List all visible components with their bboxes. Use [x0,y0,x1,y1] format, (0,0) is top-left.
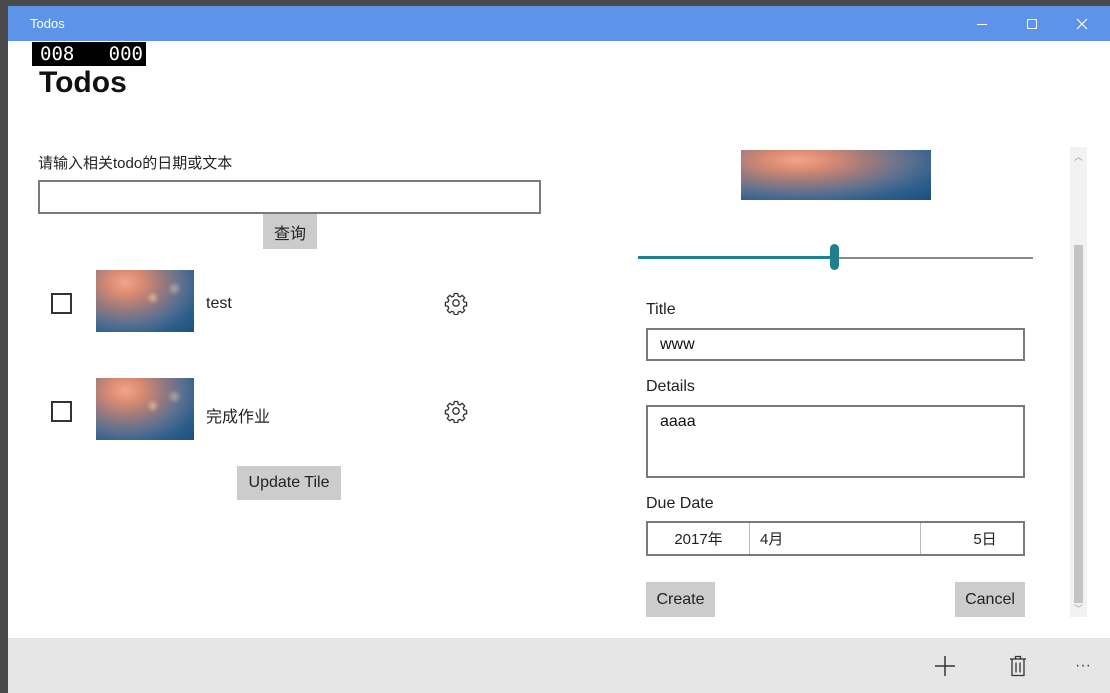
scroll-up-icon[interactable]: ︿ [1070,149,1087,163]
app-bar: ··· [8,638,1110,693]
close-button[interactable] [1058,6,1106,41]
search-input[interactable] [38,180,541,214]
date-year[interactable]: 2017年 [648,523,750,554]
close-icon [1076,18,1088,29]
todo-thumbnail [96,378,194,440]
todo-title: test [206,295,232,312]
minimize-icon [977,23,987,25]
todo-image-preview[interactable] [741,150,931,200]
update-tile-button[interactable]: Update Tile [237,466,341,500]
delete-icon [1010,655,1026,676]
todo-checkbox[interactable] [51,401,72,422]
due-date-picker[interactable]: 2017年 4月 5日 [646,521,1025,556]
slider-thumb[interactable] [830,244,839,270]
page-title: Todos [39,66,127,99]
maximize-button[interactable] [1008,6,1056,41]
add-icon [935,655,955,676]
scrollbar[interactable]: ︿ ﹀ [1070,147,1087,617]
app-window: Todos 008 000 Todos 请输入相关todo的日期或文本 查询 t… [8,6,1110,693]
due-date-label: Due Date [646,495,714,512]
title-bar: Todos [8,6,1110,41]
cancel-button[interactable]: Cancel [955,582,1025,617]
title-label: Title [646,301,676,318]
details-label: Details [646,378,695,395]
window-title: Todos [30,16,65,31]
scroll-down-icon[interactable]: ﹀ [1070,601,1087,615]
slider-fill [638,256,834,259]
title-field[interactable]: www [646,328,1025,361]
date-day[interactable]: 5日 [921,523,1023,554]
details-field[interactable]: aaaa [646,405,1025,478]
add-button[interactable] [920,638,970,693]
date-month[interactable]: 4月 [750,523,921,554]
more-icon[interactable]: ··· [1058,638,1108,693]
todo-checkbox[interactable] [51,293,72,314]
gear-icon[interactable] [444,291,468,315]
search-label: 请输入相关todo的日期或文本 [38,155,233,172]
maximize-icon [1027,18,1037,29]
frame-counter: 008 000 [32,42,146,66]
delete-button[interactable] [993,638,1043,693]
todo-thumbnail [96,270,194,332]
minimize-button[interactable] [958,6,1006,41]
scroll-thumb[interactable] [1074,245,1083,603]
todo-title: 完成作业 [206,409,271,426]
gear-icon[interactable] [444,399,468,423]
create-button[interactable]: Create [646,582,715,617]
query-button[interactable]: 查询 [263,214,317,249]
